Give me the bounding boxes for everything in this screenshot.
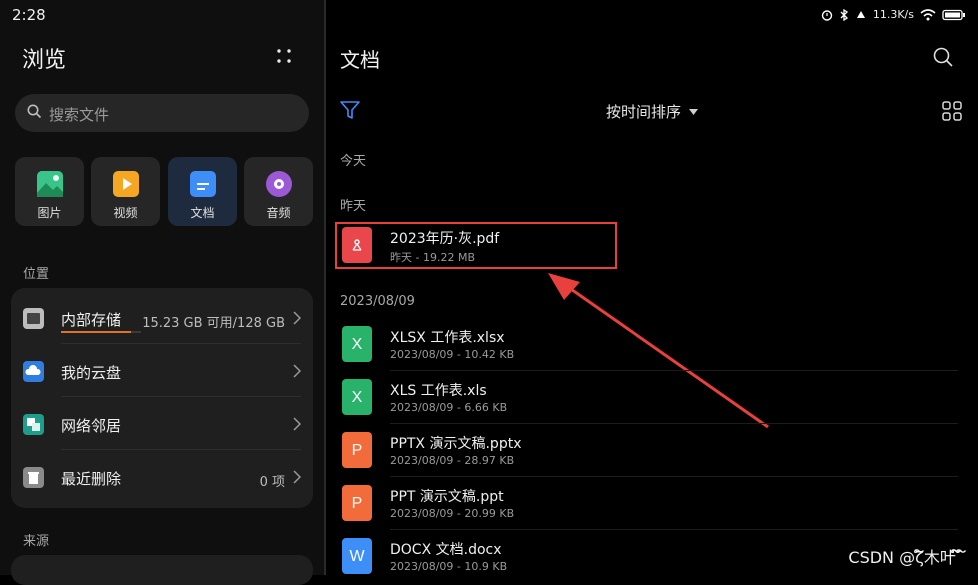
group-yesterday: 昨天: [340, 199, 367, 214]
wifi-icon: [920, 8, 936, 20]
file-meta: 2023/08/09 - 6.66 KB: [390, 401, 508, 414]
category-label: 文档: [190, 206, 215, 220]
grid-view-icon[interactable]: [942, 101, 962, 121]
mute-icon: [856, 10, 865, 18]
file-type-letter: P: [351, 495, 363, 512]
location-internal-storage[interactable]: 内部存储 15.23 GB 可用/128 GB: [11, 291, 313, 344]
browse-title: 浏览: [22, 48, 67, 73]
group-date: 2023/08/09: [340, 294, 415, 309]
file-type-letter: P: [351, 442, 363, 459]
file-meta: 2023/08/09 - 10.42 KB: [390, 348, 515, 361]
chevron-right-icon: [293, 417, 301, 431]
powerpoint-file-icon: P: [342, 485, 372, 521]
network-icon: [23, 414, 44, 435]
filter-icon[interactable]: [340, 100, 360, 120]
search-input[interactable]: 搜索文件: [49, 104, 109, 125]
location-name: 内部存储: [61, 311, 122, 329]
status-bar-right: 11.3K/s: [821, 8, 966, 21]
chevron-right-icon: [293, 470, 301, 484]
file-row[interactable]: X XLS 工作表.xls 2023/08/09 - 6.66 KB: [340, 371, 958, 424]
bluetooth-icon: [840, 8, 848, 21]
category-images[interactable]: 图片: [15, 157, 84, 226]
file-row[interactable]: P PPT 演示文稿.ppt 2023/08/09 - 20.99 KB: [340, 477, 958, 530]
net-speed: 11.3K/s: [872, 8, 914, 21]
excel-file-icon: X: [342, 326, 372, 362]
page-title: 文档: [340, 48, 380, 72]
location-name: 我的云盘: [61, 364, 122, 382]
category-label: 视频: [113, 206, 138, 220]
caret-down-icon: [689, 109, 698, 115]
category-videos[interactable]: 视频: [91, 157, 160, 226]
battery-icon: [942, 9, 965, 20]
image-icon: [37, 171, 63, 197]
file-name: PPTX 演示文稿.pptx: [390, 436, 522, 452]
file-row[interactable]: X XLSX 工作表.xlsx 2023/08/09 - 10.42 KB: [340, 318, 958, 371]
category-documents[interactable]: 文档: [168, 157, 237, 226]
file-meta: 2023/08/09 - 20.99 KB: [390, 507, 515, 520]
file-type-letter: W: [349, 548, 365, 565]
file-name: XLS 工作表.xls: [390, 383, 487, 399]
storage-icon: [23, 308, 44, 329]
location-recently-deleted[interactable]: 最近删除 0 项: [11, 450, 313, 503]
more-options-icon[interactable]: [276, 48, 292, 64]
file-meta: 2023/08/09 - 10.9 KB: [390, 560, 508, 573]
file-name: PPT 演示文稿.ppt: [390, 489, 504, 505]
cloud-icon: [23, 361, 44, 382]
source-label: 来源: [23, 534, 50, 549]
location-card: 内部存储 15.23 GB 可用/128 GB 我的云盘 网络邻居 最近删除 0…: [11, 288, 313, 508]
group-today: 今天: [340, 154, 367, 169]
location-name: 最近删除: [61, 470, 122, 488]
storage-usage-bar: [61, 331, 141, 333]
location-name: 网络邻居: [61, 417, 122, 435]
music-icon: [266, 171, 292, 197]
file-type-letter: X: [351, 389, 363, 406]
chevron-right-icon: [293, 364, 301, 378]
alarm-icon: [821, 9, 833, 21]
trash-icon: [23, 467, 44, 488]
storage-usage-fill: [61, 331, 132, 333]
category-label: 图片: [37, 206, 62, 220]
search-icon: [27, 104, 42, 119]
document-icon: [190, 171, 216, 197]
location-network[interactable]: 网络邻居: [11, 397, 313, 450]
source-card[interactable]: [11, 555, 313, 585]
location-cloud[interactable]: 我的云盘: [11, 344, 313, 397]
file-type-letter: X: [351, 336, 363, 353]
category-label: 音频: [266, 206, 291, 220]
category-audio[interactable]: 音频: [244, 157, 313, 226]
location-label: 位置: [23, 267, 50, 282]
status-time: 2:28: [12, 6, 46, 24]
watermark: CSDN @ζ໌木叶 ໌໌ ໌: [848, 548, 966, 567]
file-name: XLSX 工作表.xlsx: [390, 330, 505, 346]
location-value: 15.23 GB 可用/128 GB: [142, 316, 285, 331]
highlight-box: [335, 222, 617, 269]
location-value: 0 项: [259, 475, 285, 490]
chevron-right-icon: [293, 311, 301, 325]
file-meta: 2023/08/09 - 28.97 KB: [390, 454, 515, 467]
video-icon: [113, 171, 139, 197]
sort-dropdown[interactable]: 按时间排序: [606, 101, 681, 122]
file-row[interactable]: P PPTX 演示文稿.pptx 2023/08/09 - 28.97 KB: [340, 424, 958, 477]
search-icon[interactable]: [933, 47, 953, 67]
excel-file-icon: X: [342, 379, 372, 415]
powerpoint-file-icon: P: [342, 432, 372, 468]
file-name: DOCX 文档.docx: [390, 542, 502, 558]
word-file-icon: W: [342, 538, 372, 574]
